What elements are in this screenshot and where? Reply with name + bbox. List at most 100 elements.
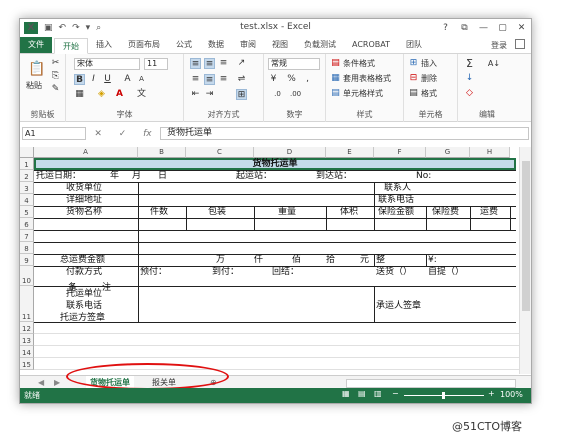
tab-insert[interactable]: 插入 — [88, 37, 120, 53]
sign-in-link[interactable]: 登录 — [491, 40, 507, 51]
percent-button[interactable]: % — [286, 74, 297, 85]
account-icon[interactable] — [515, 39, 525, 49]
column-header[interactable]: A — [34, 147, 138, 158]
increase-decimal-icon[interactable]: .0 — [272, 89, 283, 100]
formula-input[interactable]: 货物托运单 — [160, 127, 529, 140]
format-as-table-button[interactable]: 套用表格格式 — [343, 74, 391, 84]
tab-file[interactable]: 文件 — [20, 37, 52, 53]
scroll-thumb[interactable] — [522, 161, 530, 311]
zoom-slider-thumb[interactable] — [442, 392, 445, 399]
format-cells-button[interactable]: 格式 — [421, 89, 437, 99]
orientation-icon[interactable]: ↗ — [236, 58, 247, 69]
underline-button[interactable]: U — [102, 74, 113, 85]
enter-icon[interactable]: ✓ — [119, 129, 127, 139]
worksheet-grid[interactable]: A B C D E F G H 1 2 3 4 5 6 7 8 9 10 11 … — [20, 147, 520, 374]
normal-view-icon[interactable]: ▦ — [342, 389, 350, 398]
row-header[interactable]: 5 — [20, 206, 34, 218]
select-all-corner[interactable] — [20, 147, 34, 158]
tab-acrobat[interactable]: ACROBAT — [344, 37, 398, 53]
autosum-button[interactable]: Σ — [464, 58, 475, 69]
name-box[interactable]: A1 — [22, 127, 86, 140]
border-icon[interactable]: ▦ — [74, 89, 85, 100]
row-header[interactable]: 8 — [20, 242, 34, 254]
increase-indent-icon[interactable]: ⇥ — [204, 89, 215, 100]
page-layout-icon[interactable]: ▤ — [358, 389, 366, 398]
wrap-text-icon[interactable]: ⇌ — [236, 74, 247, 85]
sort-filter-button[interactable]: A↓ — [486, 58, 502, 69]
maximize-button[interactable]: ▢ — [493, 19, 512, 37]
clear-button[interactable]: ◇ — [464, 88, 475, 99]
row-header[interactable]: 7 — [20, 230, 34, 242]
tab-review[interactable]: 审阅 — [232, 37, 264, 53]
insert-function-icon[interactable]: fx — [143, 129, 152, 139]
row-header[interactable]: 6 — [20, 218, 34, 230]
row-header[interactable]: 4 — [20, 194, 34, 206]
bold-button[interactable]: B — [74, 74, 85, 85]
merge-center-icon[interactable]: ⊞ — [236, 89, 247, 100]
font-color-icon[interactable]: A — [114, 89, 125, 100]
comma-button[interactable]: , — [302, 74, 313, 85]
zoom-level[interactable]: 100% — [500, 390, 523, 399]
grow-font-button[interactable]: A — [122, 74, 133, 85]
conditional-format-button[interactable]: 条件格式 — [343, 59, 375, 69]
phonetic-icon[interactable]: 文 — [136, 89, 147, 100]
column-header[interactable]: D — [254, 147, 326, 158]
close-button[interactable]: ✕ — [512, 19, 531, 37]
cut-icon[interactable]: ✂ — [50, 58, 61, 69]
fill-button[interactable]: ↓ — [464, 73, 475, 84]
row-header[interactable]: 11 — [20, 286, 34, 322]
decrease-indent-icon[interactable]: ⇤ — [190, 89, 201, 100]
row-header[interactable]: 1 — [20, 158, 34, 170]
column-header[interactable]: E — [326, 147, 374, 158]
tab-view[interactable]: 视图 — [264, 37, 296, 53]
paste-icon[interactable]: 📋 — [28, 60, 46, 78]
row-header[interactable]: 15 — [20, 358, 34, 370]
zoom-out-icon[interactable]: − — [392, 389, 399, 398]
row-header[interactable]: 9 — [20, 254, 34, 266]
help-icon[interactable]: ? — [436, 19, 455, 37]
minimize-button[interactable]: — — [474, 19, 493, 37]
fill-color-icon[interactable]: ◈ — [96, 89, 107, 100]
row-header[interactable]: 3 — [20, 182, 34, 194]
zoom-in-icon[interactable]: + — [488, 389, 495, 398]
align-middle-icon[interactable]: ≡ — [204, 58, 215, 69]
tab-page-layout[interactable]: 页面布局 — [120, 37, 168, 53]
number-format-select[interactable]: 常规 — [268, 58, 320, 70]
column-header[interactable]: G — [426, 147, 470, 158]
ribbon-display-icon[interactable]: ⧉ — [455, 19, 474, 37]
format-painter-icon[interactable]: ✎ — [50, 84, 61, 95]
column-header[interactable]: C — [186, 147, 254, 158]
align-left-icon[interactable]: ≡ — [190, 74, 201, 85]
currency-button[interactable]: ¥ — [268, 74, 279, 85]
tab-data[interactable]: 数据 — [200, 37, 232, 53]
italic-button[interactable]: I — [88, 74, 99, 85]
row-header[interactable]: 14 — [20, 346, 34, 358]
paste-button[interactable]: 粘贴 — [26, 81, 42, 91]
delete-cells-button[interactable]: 删除 — [421, 74, 437, 84]
row-header[interactable]: 12 — [20, 322, 34, 334]
row-header[interactable]: 10 — [20, 266, 34, 286]
tab-home[interactable]: 开始 — [54, 38, 88, 54]
font-name-select[interactable]: 宋体 — [74, 58, 140, 70]
tab-team[interactable]: 团队 — [398, 37, 430, 53]
cell-styles-button[interactable]: 单元格样式 — [343, 89, 383, 99]
align-top-icon[interactable]: ≡ — [190, 58, 201, 69]
tab-formulas[interactable]: 公式 — [168, 37, 200, 53]
insert-cells-button[interactable]: 插入 — [421, 59, 437, 69]
align-bottom-icon[interactable]: ≡ — [218, 58, 229, 69]
row-header[interactable]: 13 — [20, 334, 34, 346]
align-center-icon[interactable]: ≡ — [204, 74, 215, 85]
row-header[interactable]: 2 — [20, 170, 34, 182]
copy-icon[interactable]: ⎘ — [50, 71, 61, 82]
font-size-select[interactable]: 11 — [144, 58, 168, 70]
horizontal-scrollbar[interactable] — [346, 379, 516, 388]
vertical-scrollbar[interactable] — [519, 147, 531, 374]
decrease-decimal-icon[interactable]: .00 — [290, 89, 301, 100]
column-header[interactable]: F — [374, 147, 426, 158]
column-header[interactable]: B — [138, 147, 186, 158]
tab-load-test[interactable]: 负载测试 — [296, 37, 344, 53]
cancel-icon[interactable]: ✕ — [94, 129, 102, 139]
column-header[interactable]: H — [470, 147, 510, 158]
page-break-icon[interactable]: ▥ — [374, 389, 382, 398]
shrink-font-button[interactable]: A — [136, 74, 147, 85]
